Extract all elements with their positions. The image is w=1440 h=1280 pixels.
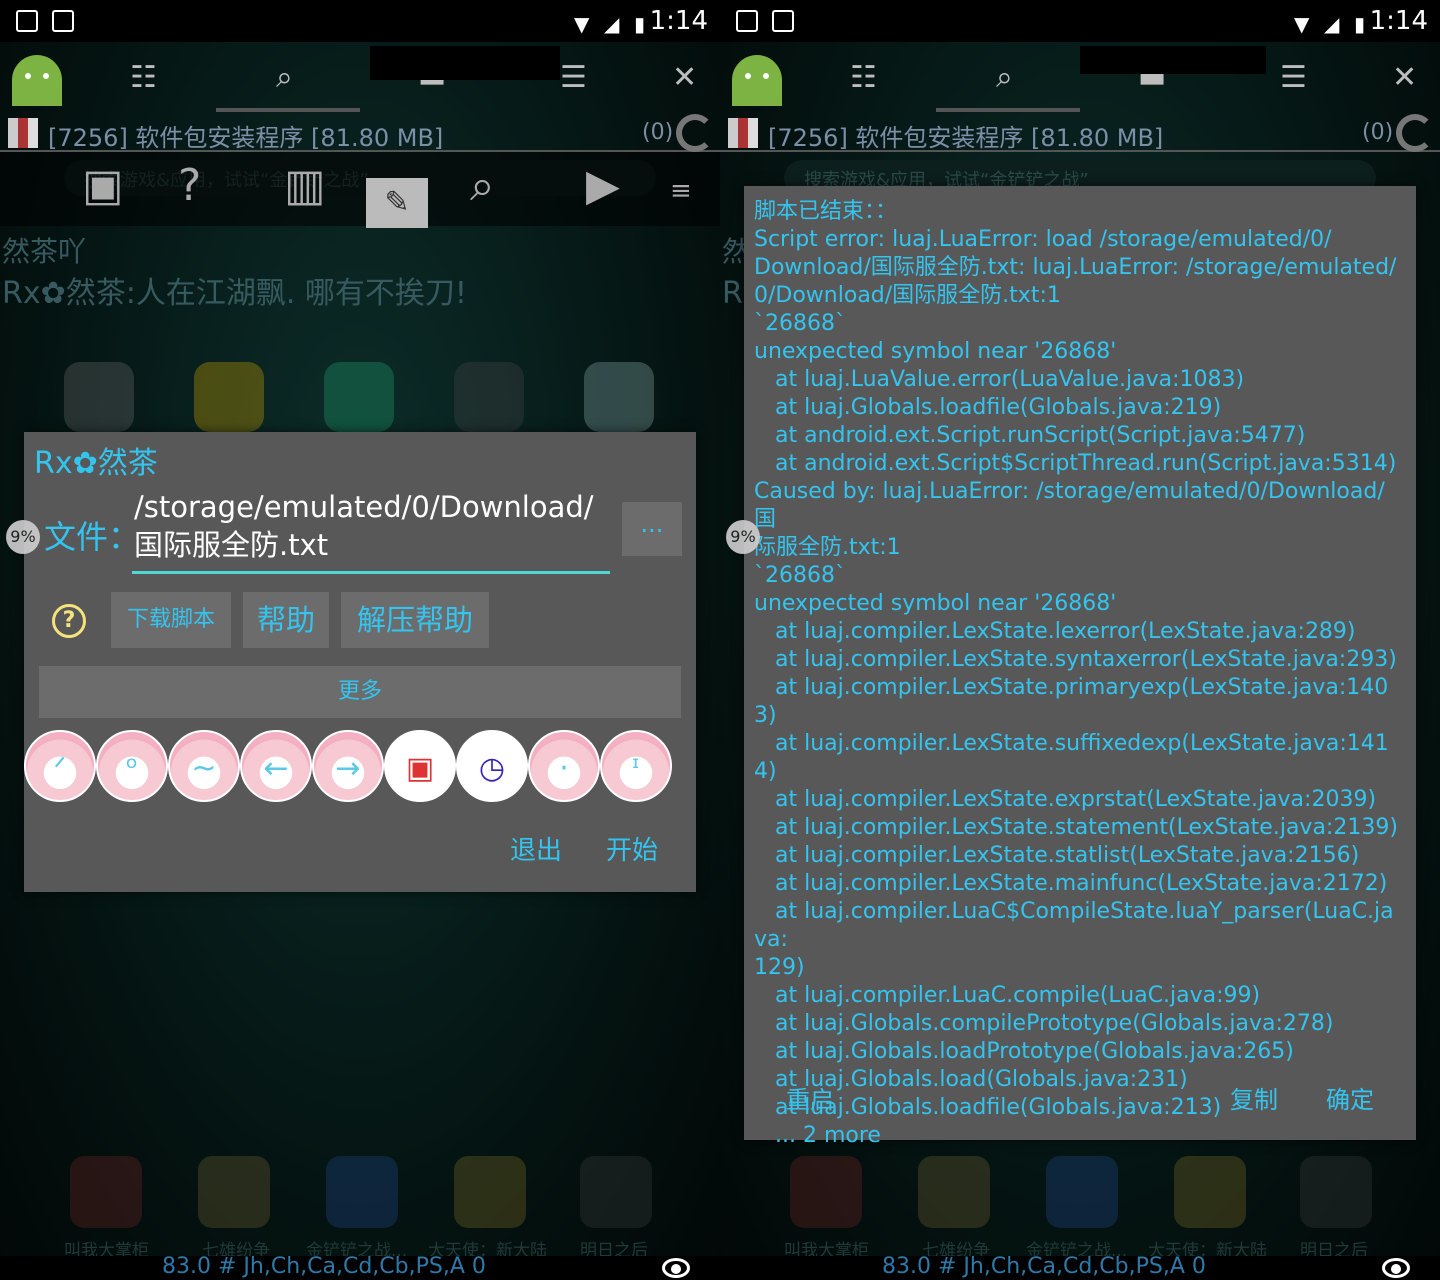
floating-percent-badge[interactable]: 9% [726, 520, 760, 554]
close-icon[interactable]: ✕ [672, 60, 697, 95]
bottom-app-icon-3 [326, 1156, 398, 1228]
script-dialog: Rx✿然茶 文件： /storage/emulated/0/Download/ … [24, 432, 696, 892]
android-logo-icon[interactable] [8, 52, 66, 106]
process-app-icon [728, 118, 758, 148]
process-title: [7256] 软件包安装程序 [81.80 MB] [768, 124, 1164, 152]
file-label: 文件： [44, 518, 141, 556]
bottom-app-icon-4 [454, 1156, 526, 1228]
close-icon[interactable]: ✕ [1392, 60, 1417, 95]
tear-face-icon[interactable]: ᶦ [600, 730, 672, 802]
bottom-app-icon-5 [1300, 1156, 1372, 1228]
list-icon[interactable]: ☰ [1280, 60, 1307, 95]
save-icon[interactable]: ▣ [82, 160, 124, 211]
android-logo-icon[interactable] [728, 52, 786, 106]
right-arrow-face-icon[interactable]: → [312, 730, 384, 802]
cry-face-icon[interactable]: ᐟ [24, 730, 96, 802]
app-icon-2 [194, 362, 264, 432]
app-icon-4 [454, 362, 524, 432]
menu-icon[interactable]: ≡ [670, 176, 692, 206]
process-title: [7256] 软件包安装程序 [81.80 MB] [48, 124, 444, 152]
wifi-icon: ▼ [574, 12, 590, 36]
app-icon-5 [584, 362, 654, 432]
search-icon[interactable]: ⌕ [470, 160, 495, 211]
obscured-area [370, 46, 560, 80]
left-arrow-face-icon[interactable]: ← [240, 730, 312, 802]
tab-indicator [216, 108, 360, 112]
floating-percent-badge[interactable]: 9% [6, 520, 40, 554]
app-icon-1 [64, 362, 134, 432]
process-count: (0) [1362, 120, 1394, 145]
bottom-app-icon-5 [580, 1156, 652, 1228]
signal-icon: ◢ [604, 12, 620, 36]
surprised-face-icon[interactable]: ᵒ [96, 730, 168, 802]
error-message: 脚本已结束：： Script error: luaj.LuaError: loa… [754, 199, 1398, 1148]
grid-select-icon[interactable]: ▣ [384, 730, 456, 802]
search-help-icon[interactable]: ? [178, 160, 201, 211]
bottom-app-icon-1 [790, 1156, 862, 1228]
battery-icon: ▮ [634, 12, 646, 36]
clock: 1:14 [1369, 6, 1428, 36]
status-bar: ▼ ◢ ▮ 1:14 [720, 0, 1440, 42]
download-script-button[interactable]: 下载脚本 [111, 592, 231, 648]
bottom-app-icon-2 [198, 1156, 270, 1228]
left-screen: ▼ ◢ ▮ 1:14 ☷ ⌕ ▬ ☰ ✕ [7256] 软件包安装程序 [81.… [0, 0, 720, 1280]
refresh-icon[interactable] [676, 114, 714, 152]
wifi-icon: ▼ [1294, 12, 1310, 36]
marquee-line-2: Rx✿然茶:人在江湖飘. 哪有不挨刀! [2, 276, 467, 311]
signal-icon: ◢ [1324, 12, 1340, 36]
help-button[interactable]: 帮助 [243, 592, 329, 648]
unzip-help-button[interactable]: 解压帮助 [341, 592, 489, 648]
edit-icon[interactable]: ✎ [366, 178, 428, 228]
bottom-app-icon-3 [1046, 1156, 1118, 1228]
clock: 1:14 [649, 6, 708, 36]
bottom-status-text: 83.0 # Jh,Ch,Ca,Cd,Cb,PS,A 0 [882, 1254, 1206, 1279]
copy-button[interactable]: 复制 [1230, 1080, 1278, 1115]
refresh-icon[interactable] [1396, 114, 1434, 152]
tab-indicator [936, 108, 1080, 112]
bottom-app-icon-4 [1174, 1156, 1246, 1228]
marquee-line-1: 然茶吖 [2, 235, 87, 268]
ok-button[interactable]: 确定 [1326, 1080, 1374, 1115]
bottom-status-text: 83.0 # Jh,Ch,Ca,Cd,Cb,PS,A 0 [162, 1254, 486, 1279]
search-tab-icon[interactable]: ⌕ [276, 60, 293, 95]
settings-sliders-icon[interactable]: ☷ [850, 60, 877, 95]
gallery-notification-icon [16, 10, 38, 32]
restart-button[interactable]: 重启 [786, 1080, 834, 1115]
start-button[interactable]: 开始 [606, 830, 658, 867]
right-screen: ▼ ◢ ▮ 1:14 ☷ ⌕ ▬ ☰ ✕ [7256] 软件包安装程序 [81.… [720, 0, 1440, 1280]
gallery-notification-icon [736, 10, 758, 32]
more-button[interactable]: 更多 [39, 666, 681, 718]
eye-icon[interactable] [662, 1258, 690, 1278]
list-icon[interactable]: ☰ [560, 60, 587, 95]
a-notification-icon [52, 10, 74, 32]
eye-icon[interactable] [1382, 1258, 1410, 1278]
bottom-app-icon-2 [918, 1156, 990, 1228]
history-icon[interactable]: ◷ [456, 730, 528, 802]
play-icon[interactable]: ▶ [586, 160, 620, 211]
process-app-icon [8, 118, 38, 148]
exit-button[interactable]: 退出 [510, 830, 562, 867]
delete-icon[interactable]: ▥ [284, 160, 326, 211]
wave-face-icon[interactable]: ~ [168, 730, 240, 802]
a-notification-icon [772, 10, 794, 32]
process-count: (0) [642, 120, 674, 145]
obscured-area [1080, 46, 1266, 74]
script-error-dialog: 脚本已结束：： Script error: luaj.LuaError: loa… [744, 186, 1416, 1148]
search-tab-icon[interactable]: ⌕ [996, 60, 1013, 95]
app-icon-3 [324, 362, 394, 432]
bottom-app-icon-1 [70, 1156, 142, 1228]
dialog-title: Rx✿然茶 [34, 446, 158, 481]
settings-sliders-icon[interactable]: ☷ [130, 60, 157, 95]
file-path-input[interactable]: /storage/emulated/0/Download/ 国际服全防.txt [132, 488, 610, 574]
battery-icon: ▮ [1354, 12, 1366, 36]
dot-face-icon[interactable]: · [528, 730, 600, 802]
browse-button[interactable]: ... [622, 502, 682, 556]
status-bar: ▼ ◢ ▮ 1:14 [0, 0, 720, 42]
help-icon[interactable]: ? [52, 604, 86, 638]
